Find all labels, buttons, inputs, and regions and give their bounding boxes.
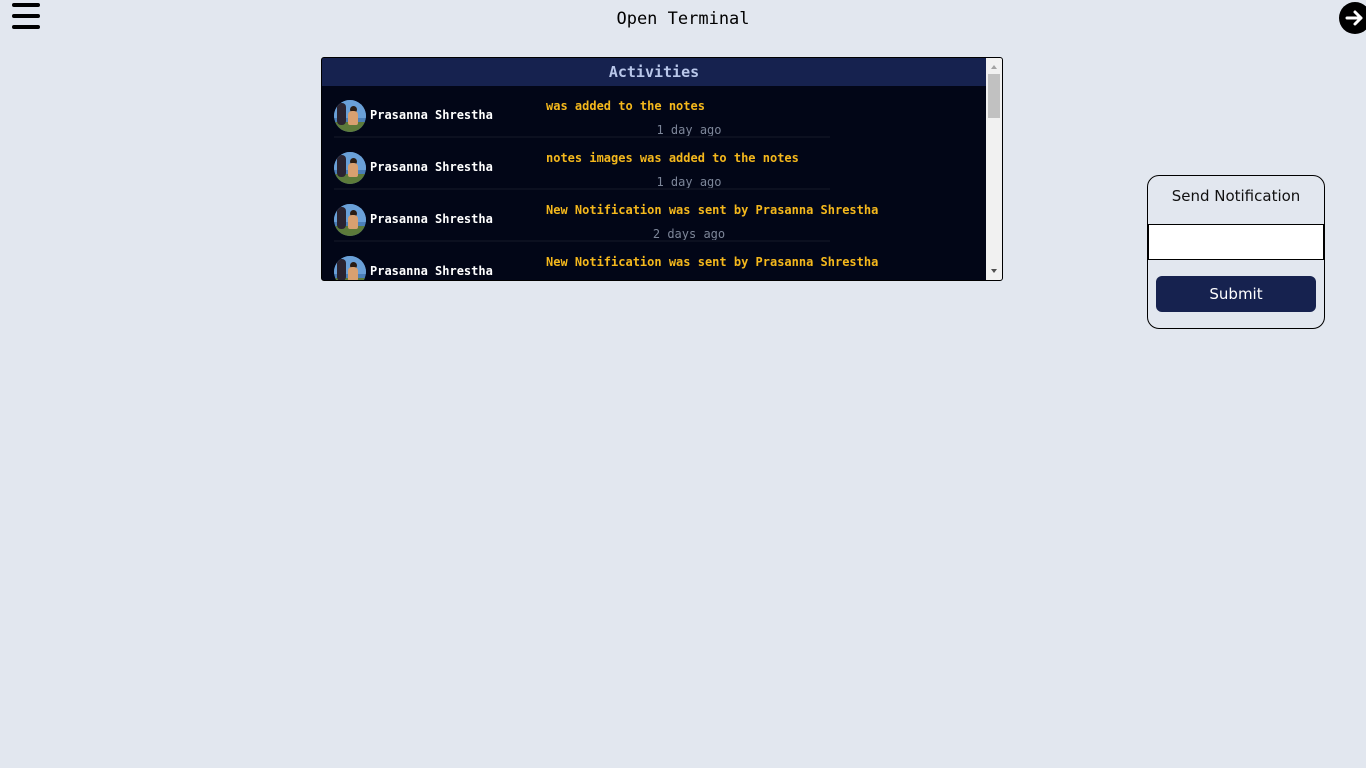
logout-button[interactable] [1339, 2, 1366, 34]
scroll-up-arrow-icon[interactable] [986, 60, 1002, 74]
arrow-right-circle-icon [1345, 10, 1363, 26]
activities-panel: Activities Prasanna Shrestha was added t… [321, 57, 1003, 281]
send-notification-card: Send Notification Submit [1147, 175, 1325, 329]
avatar [334, 100, 366, 132]
activity-text: New Notification was sent by Prasanna Sh… [546, 255, 879, 269]
activity-text: notes images was added to the notes [546, 151, 799, 165]
submit-button[interactable]: Submit [1156, 276, 1316, 312]
activity-time: 1 day ago [656, 123, 722, 137]
hamburger-menu-icon [12, 3, 40, 7]
notification-input[interactable] [1148, 224, 1324, 260]
activity-user-name: Prasanna Shrestha [370, 264, 493, 278]
activity-user-name: Prasanna Shrestha [370, 160, 493, 174]
scrollbar[interactable] [986, 58, 1002, 280]
activity-item: Prasanna Shrestha notes images was added… [322, 138, 986, 190]
activity-item: Prasanna Shrestha New Notification was s… [322, 242, 986, 280]
avatar [334, 152, 366, 184]
activity-time: 2 days ago [652, 227, 726, 241]
scroll-down-arrow-icon[interactable] [986, 264, 1002, 278]
page-title: Open Terminal [616, 9, 750, 29]
activity-text: New Notification was sent by Prasanna Sh… [546, 203, 879, 217]
activity-time: 1 day ago [656, 175, 722, 189]
scroll-thumb[interactable] [988, 74, 1000, 118]
activity-text: was added to the notes [546, 99, 705, 113]
activities-header: Activities [322, 58, 986, 86]
activity-item: Prasanna Shrestha New Notification was s… [322, 190, 986, 242]
activity-item: Prasanna Shrestha was added to the notes… [322, 86, 986, 138]
avatar [334, 256, 366, 280]
activity-user-name: Prasanna Shrestha [370, 212, 493, 226]
activity-user-name: Prasanna Shrestha [370, 108, 493, 122]
send-notification-title: Send Notification [1171, 187, 1301, 205]
activities-list[interactable]: Prasanna Shrestha was added to the notes… [322, 86, 986, 280]
avatar [334, 204, 366, 236]
